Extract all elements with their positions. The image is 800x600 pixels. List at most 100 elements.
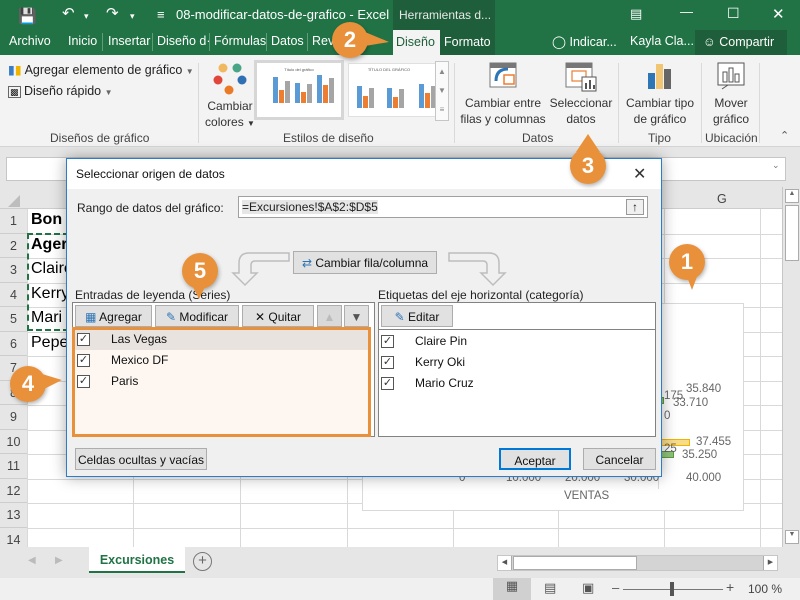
hidden-empty-cells-button[interactable]: Celdas ocultas y vacías <box>75 448 207 470</box>
tab-formato[interactable]: Formato <box>440 30 495 55</box>
collapse-ribbon-icon[interactable]: ⌃ <box>780 129 789 142</box>
expand-formula-icon[interactable]: ⌄ <box>772 160 780 171</box>
callout-5: 5 <box>182 253 218 289</box>
edit-icon: ✎ <box>394 310 405 324</box>
tab-inicio[interactable]: Inicio <box>68 34 97 48</box>
vertical-scrollbar[interactable]: ▲ ▼ <box>782 187 800 547</box>
move-up-button[interactable]: ▲ <box>317 305 342 327</box>
switch-row-column-button[interactable]: Cambiar entre filas y columnas <box>460 59 546 129</box>
checkbox[interactable]: ✓ <box>381 356 394 369</box>
ok-button[interactable]: Aceptar <box>499 448 571 470</box>
tab-diseno[interactable]: Diseño <box>393 30 440 55</box>
add-sheet-icon[interactable]: + <box>193 552 212 571</box>
row-header[interactable]: 1 <box>0 209 27 234</box>
row-header[interactable]: 4 <box>0 282 27 307</box>
zoom-slider-thumb[interactable] <box>670 582 674 596</box>
scroll-left-icon[interactable]: ◀ <box>498 556 512 570</box>
list-item[interactable]: Paris <box>111 374 138 388</box>
edit-series-button[interactable]: ✎ Modificar <box>155 305 239 327</box>
row-header[interactable]: 2 <box>0 233 27 258</box>
change-chart-type-button[interactable]: Cambiar tipo de gráfico <box>622 59 698 129</box>
close-icon[interactable]: ✕ <box>772 5 785 23</box>
chart-style-1[interactable]: Título del gráfico <box>254 60 344 120</box>
styles-gallery-scroll[interactable]: ▲ ▼ ≡ <box>435 61 449 121</box>
group-label-data: Datos <box>522 131 554 145</box>
axis-labels-label: Etiquetas del eje horizontal (categoría) <box>378 288 584 302</box>
horizontal-scroll-thumb[interactable] <box>513 556 637 570</box>
add-series-button[interactable]: ▦ Agregar <box>75 305 152 327</box>
checkbox[interactable]: ✓ <box>77 354 90 367</box>
zoom-in-icon[interactable]: + <box>726 579 734 595</box>
redo-icon[interactable]: ↷ <box>106 4 119 22</box>
chart-style-2[interactable]: TÍTULO DEL GRÁFICO <box>348 63 438 117</box>
zoom-out-icon[interactable]: – <box>612 580 619 595</box>
tab-archivo[interactable]: Archivo <box>9 34 51 48</box>
vertical-scroll-thumb[interactable] <box>785 205 799 261</box>
maximize-icon[interactable]: ☐ <box>727 5 740 22</box>
list-item[interactable]: Mexico DF <box>111 353 168 367</box>
row-header[interactable]: 10 <box>0 429 27 454</box>
move-chart-button[interactable]: Mover gráfico <box>703 59 759 129</box>
zoom-level[interactable]: 100 % <box>748 582 782 596</box>
row-header[interactable]: 11 <box>0 454 27 479</box>
series-list[interactable]: ✓ Las Vegas ✓ Mexico DF ✓ Paris <box>72 327 371 437</box>
undo-icon[interactable]: ↶ <box>62 4 75 22</box>
checkbox[interactable]: ✓ <box>381 335 394 348</box>
user-name[interactable]: Kayla Cla... <box>630 34 694 48</box>
data-label: 0 <box>664 410 671 422</box>
undo-dropdown-icon[interactable]: ▾ <box>84 11 89 22</box>
copy-range-marquee <box>27 233 69 331</box>
tell-me[interactable]: ◯ Indicar... <box>552 34 617 49</box>
sheet-tab-excursiones[interactable]: Excursiones <box>89 547 185 573</box>
move-down-button[interactable]: ▼ <box>344 305 369 327</box>
tab-diseno-pagina[interactable]: Diseño d· <box>157 34 211 48</box>
list-item[interactable]: Kerry Oki <box>415 355 465 369</box>
redo-dropdown-icon[interactable]: ▾ <box>130 11 135 22</box>
collapse-dialog-icon[interactable]: ↑ <box>626 199 644 215</box>
edit-axis-labels-button[interactable]: ✎ Editar <box>381 305 453 327</box>
change-colors-button[interactable]: Cambiar colores ▼ <box>205 60 255 130</box>
ribbon-display-icon[interactable]: ▤ <box>630 6 642 22</box>
remove-series-button[interactable]: ✕ Quitar <box>242 305 314 327</box>
page-break-view-icon[interactable]: ▣ <box>582 580 594 596</box>
checkbox[interactable]: ✓ <box>381 377 394 390</box>
range-input[interactable]: =Excursiones!$A$2:$D$5 ↑ <box>238 196 648 218</box>
tab-datos[interactable]: Datos <box>271 34 304 48</box>
row-header[interactable]: 6 <box>0 331 27 356</box>
list-item[interactable]: Mario Cruz <box>415 376 474 390</box>
select-data-button[interactable]: Seleccionar datos <box>548 59 614 129</box>
scroll-up-icon[interactable]: ▲ <box>785 189 799 203</box>
column-header-g[interactable]: G <box>717 192 727 206</box>
minimize-icon[interactable]: — <box>680 4 693 19</box>
normal-view-icon[interactable]: ▦ <box>493 578 531 600</box>
page-layout-view-icon[interactable]: ▤ <box>544 580 556 596</box>
add-chart-element-button[interactable]: ▮▮ Agregar elemento de gráfico ▼ <box>8 62 194 77</box>
svg-text:Título del gráfico: Título del gráfico <box>284 67 314 72</box>
horizontal-scrollbar[interactable]: ◀ ▶ <box>497 555 778 571</box>
scroll-down-icon[interactable]: ▼ <box>785 530 799 544</box>
quick-layout-button[interactable]: ▩ Diseño rápido ▼ <box>8 84 113 98</box>
cancel-button[interactable]: Cancelar <box>583 448 656 470</box>
customize-qat-icon[interactable]: ≡ <box>157 7 165 22</box>
cell-a6[interactable]: Pepe <box>31 334 68 352</box>
tab-insertar[interactable]: Insertar <box>108 34 150 48</box>
switch-row-column-dialog-button[interactable]: ⇄ Cambiar fila/columna <box>293 251 437 274</box>
scroll-right-icon[interactable]: ▶ <box>763 556 777 570</box>
save-icon[interactable]: 💾 <box>18 7 37 25</box>
next-sheet-icon[interactable]: ▶ <box>55 555 63 566</box>
share-button[interactable]: ☺ Compartir <box>695 30 787 55</box>
dialog-close-icon[interactable]: ✕ <box>633 164 646 184</box>
list-item[interactable]: Las Vegas <box>111 332 167 346</box>
row-header[interactable]: 3 <box>0 258 27 283</box>
tab-formulas[interactable]: Fórmulas <box>214 34 266 48</box>
row-header[interactable]: 12 <box>0 478 27 503</box>
row-header[interactable]: 5 <box>0 307 27 332</box>
checkbox[interactable]: ✓ <box>77 333 90 346</box>
row-header[interactable]: 13 <box>0 503 27 528</box>
select-all-icon[interactable] <box>8 195 20 207</box>
prev-sheet-icon[interactable]: ◀ <box>28 555 36 566</box>
svg-text:TÍTULO DEL GRÁFICO: TÍTULO DEL GRÁFICO <box>368 67 410 72</box>
checkbox[interactable]: ✓ <box>77 375 90 388</box>
list-item[interactable]: Claire Pin <box>415 334 467 348</box>
row-header[interactable]: 9 <box>0 405 27 430</box>
